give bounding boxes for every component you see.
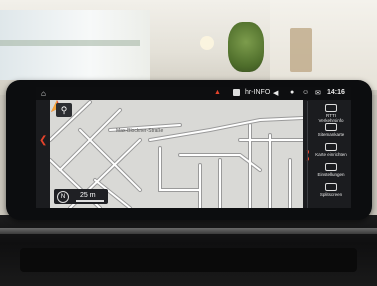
user-icon[interactable]: ☺ <box>302 89 309 96</box>
wall-panel <box>290 28 312 72</box>
air-vent <box>20 248 357 272</box>
scale-bar <box>76 200 104 202</box>
chevron-up-icon[interactable]: ▲ <box>214 89 221 96</box>
microphone-icon[interactable]: ● <box>290 89 294 96</box>
map-scale-control[interactable]: N 25 m <box>54 189 108 204</box>
left-bar <box>36 100 50 208</box>
map-icon <box>325 123 337 131</box>
window-rail <box>0 40 140 46</box>
rtti-icon <box>325 104 337 112</box>
menu-item-traffic-info[interactable]: RTTI Verkehrsinfo <box>311 104 351 123</box>
compass-icon <box>325 143 337 151</box>
home-icon[interactable]: ⌂ <box>41 89 46 98</box>
radio-station[interactable]: hr-INFO <box>245 89 270 96</box>
menu-item-settings[interactable]: Einstellungen <box>311 163 351 177</box>
status-bar: ⌂ ▲ hr-INFO ◀ ● ☺ ✉ 14:16 <box>36 87 351 100</box>
menu-item-map-setup[interactable]: Karte einrichten <box>311 143 351 157</box>
menu-label: Karte einrichten <box>315 152 347 157</box>
message-icon[interactable]: ✉ <box>315 89 321 97</box>
menu-label: Splitscreen <box>319 192 343 197</box>
clock: 14:16 <box>327 89 345 96</box>
chevron-left-icon[interactable]: ❮ <box>39 135 47 146</box>
right-wall <box>270 0 377 90</box>
menu-label: Einstellungen <box>317 172 345 177</box>
divider <box>307 101 308 208</box>
dashboard-trim <box>0 228 377 234</box>
photo-background: ⌂ ▲ hr-INFO ◀ ● ☺ ✉ 14:16 ❮ Max-Blockner… <box>0 0 377 286</box>
map-scale: 25 m <box>80 192 96 199</box>
menu-label: Sitemankarte <box>317 132 345 137</box>
navigation-map[interactable]: Max-Blockner-Straße ⚲ N 25 m <box>50 100 303 208</box>
menu-item-splitscreen[interactable]: Splitscreen <box>311 183 351 197</box>
infotainment-screen: ⌂ ▲ hr-INFO ◀ ● ☺ ✉ 14:16 ❮ Max-Blockner… <box>36 87 351 208</box>
search-button[interactable]: ⚲ <box>56 103 72 117</box>
plant <box>228 22 264 72</box>
menu-item-map[interactable]: Sitemankarte <box>311 123 351 137</box>
volume-icon[interactable]: ◀ <box>273 89 278 97</box>
search-icon: ⚲ <box>60 105 68 115</box>
compass-icon[interactable]: N <box>57 191 69 203</box>
street-label: Max-Blockner-Straße <box>116 128 164 134</box>
side-menu: RTTI Verkehrsinfo Sitemankarte Karte ein… <box>309 101 351 208</box>
radio-icon <box>233 89 240 96</box>
split-icon <box>325 183 337 191</box>
lamp <box>200 36 214 50</box>
gear-icon <box>325 163 337 171</box>
